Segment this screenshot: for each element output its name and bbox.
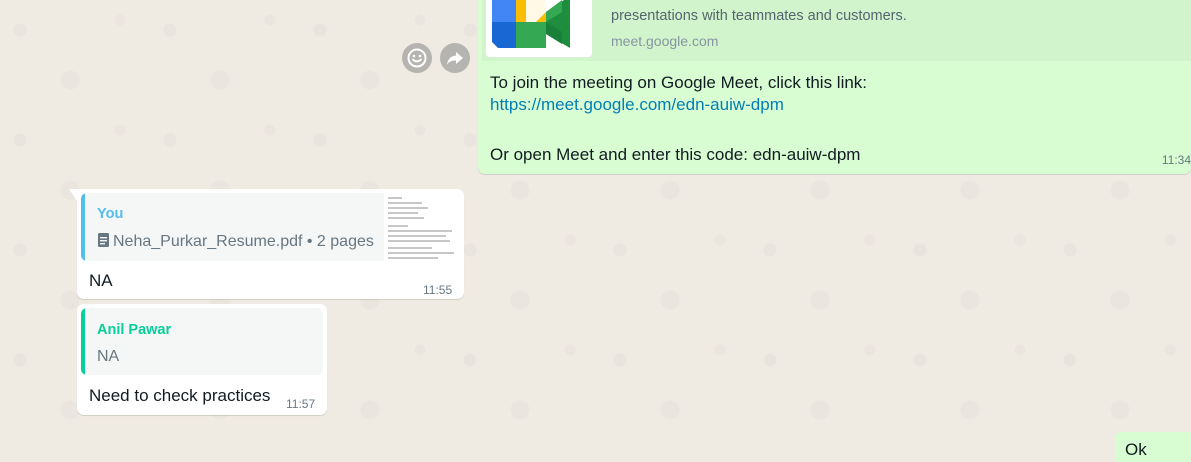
quote-filename: Neha_Purkar_Resume.pdf xyxy=(113,233,303,250)
message-line-3: Or open Meet and enter this code: edn-au… xyxy=(490,145,861,164)
message-text: NA xyxy=(89,271,113,290)
message-text: Need to check practices xyxy=(89,386,271,405)
outgoing-message-partial[interactable]: Ok xyxy=(1115,432,1191,462)
incoming-message-document-reply[interactable]: You Neha_Purkar_Resume.pdf • 2 pages NA xyxy=(69,189,464,299)
quote-bar xyxy=(81,308,85,375)
message-time: 11:57 xyxy=(286,397,316,411)
forward-button[interactable] xyxy=(440,43,470,73)
quoted-document[interactable]: You Neha_Purkar_Resume.pdf • 2 pages xyxy=(81,193,460,261)
quote-sender: You xyxy=(97,206,124,222)
google-meet-logo-icon xyxy=(486,0,592,57)
document-thumbnail xyxy=(384,193,460,261)
quote-page-count: • 2 pages xyxy=(302,233,374,250)
outgoing-message-meet-link[interactable]: presentations with teammates and custome… xyxy=(478,0,1191,174)
emoji-reaction-button[interactable] xyxy=(402,43,432,73)
quote-document-info: Neha_Purkar_Resume.pdf • 2 pages xyxy=(97,232,374,251)
link-preview-description: presentations with teammates and custome… xyxy=(611,8,907,24)
bubble-tail xyxy=(69,189,77,201)
quote-bar xyxy=(81,193,85,261)
document-icon xyxy=(98,233,109,247)
link-preview[interactable]: presentations with teammates and custome… xyxy=(482,0,1191,61)
quoted-message[interactable]: Anil Pawar NA xyxy=(81,308,323,375)
quote-sender: Anil Pawar xyxy=(97,322,172,338)
forward-icon xyxy=(447,52,463,65)
meeting-link[interactable]: https://meet.google.com/edn-auiw-dpm xyxy=(490,95,784,115)
quote-text: NA xyxy=(97,348,120,365)
message-line-1: To join the meeting on Google Meet, clic… xyxy=(490,73,868,92)
message-time: 11:34 xyxy=(1161,153,1191,167)
message-text: Ok xyxy=(1125,440,1147,459)
emoji-icon xyxy=(407,48,427,68)
link-preview-domain: meet.google.com xyxy=(611,33,719,49)
incoming-message-text-reply[interactable]: Anil Pawar NA Need to check practices 11… xyxy=(77,304,327,415)
message-time: 11:55 xyxy=(423,283,453,297)
